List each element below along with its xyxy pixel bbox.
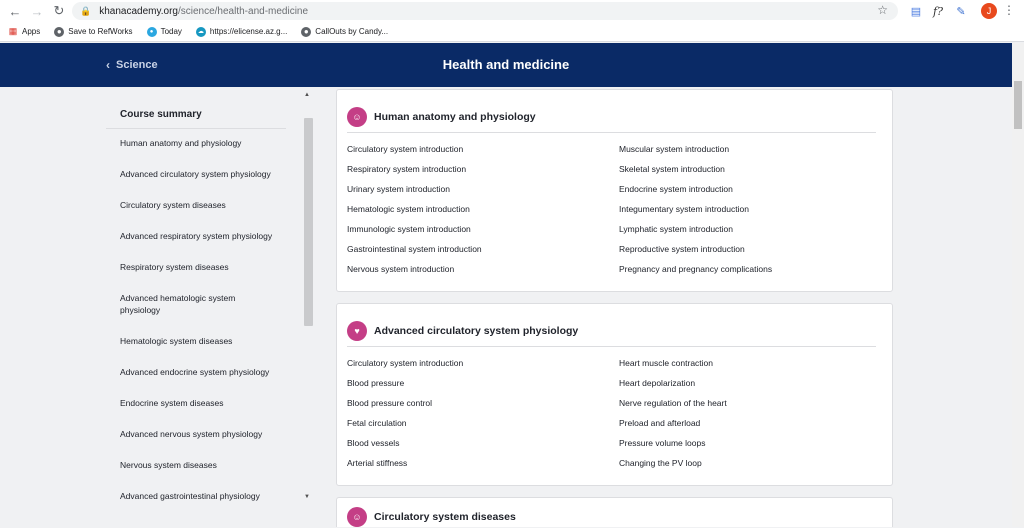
page-scroll-thumb[interactable] (1014, 81, 1022, 129)
pen-extension-icon[interactable]: ✎ (953, 3, 969, 19)
url-path: /science/health-and-medicine (177, 5, 309, 17)
sidebar-item[interactable]: Nervous system diseases (106, 459, 296, 471)
scroll-down-arrow-icon[interactable]: ▼ (304, 494, 310, 500)
tutorial-list: Circulatory system introduction Muscular… (337, 133, 892, 282)
reload-icon[interactable]: ↻ (48, 0, 70, 22)
tutorial-link[interactable]: Urinary system introduction (347, 182, 619, 202)
sidebar-item[interactable]: Hematologic system diseases (106, 335, 296, 347)
tutorial-link[interactable]: Reproductive system introduction (619, 242, 879, 262)
tutorial-link[interactable]: Preload and afterload (619, 416, 879, 436)
tutorial-link[interactable]: Heart depolarization (619, 376, 879, 396)
tutorial-link[interactable]: Integumentary system introduction (619, 202, 879, 222)
card-title[interactable]: Advanced circulatory system physiology (374, 325, 578, 337)
sidebar-item[interactable]: Advanced gastrointestinal physiology (106, 490, 296, 502)
tutorial-list: Circulatory system introduction Heart mu… (337, 347, 892, 476)
page-title: Health and medicine (442, 57, 570, 72)
tutorial-link[interactable]: Lymphatic system introduction (619, 222, 879, 242)
bookmark-label: https://elicense.az.g... (209, 27, 288, 36)
sidebar-item[interactable]: Advanced hematologic system physiology (106, 292, 256, 316)
anatomy-topic-icon: ☺ (347, 106, 367, 127)
sidebar-item[interactable]: Advanced endocrine system physiology (106, 366, 296, 378)
tutorial-link[interactable]: Circulatory system introduction (347, 142, 619, 162)
page-header: ‹ Science Health and medicine (0, 43, 1012, 87)
topic-card: ☺ Human anatomy and physiology Circulato… (336, 89, 893, 292)
url-host: khanacademy.org (99, 5, 178, 17)
forward-arrow-icon[interactable]: → (26, 0, 48, 22)
apps-grid-icon: ▦ (8, 26, 18, 36)
tutorial-link[interactable]: Fetal circulation (347, 416, 619, 436)
tutorial-link[interactable]: Changing the PV loop (619, 456, 879, 476)
address-bar[interactable]: 🔒 khanacademy.org/science/health-and-med… (72, 2, 898, 20)
profile-avatar[interactable]: J (981, 3, 997, 19)
bookmarks-bar: ▦ Apps ● Save to RefWorks ● Today ☁ http… (0, 22, 1024, 42)
tutorial-link[interactable]: Nerve regulation of the heart (619, 396, 879, 416)
bookmark-elicense[interactable]: ☁ https://elicense.az.g... (195, 26, 288, 37)
tutorial-link[interactable]: Muscular system introduction (619, 142, 879, 162)
tutorial-link[interactable]: Gastrointestinal system introduction (347, 242, 619, 262)
tutorial-link[interactable]: Circulatory system introduction (347, 356, 619, 376)
card-header[interactable]: ♥ Advanced circulatory system physiology (337, 304, 892, 346)
course-summary-heading: Course summary (106, 98, 286, 129)
bookmark-callouts[interactable]: ● CallOuts by Candy... (301, 26, 389, 37)
menu-kebab-icon[interactable]: ⋮ (1003, 3, 1015, 19)
bookmark-star-icon[interactable]: ☆ (877, 3, 888, 17)
docs-extension-icon[interactable]: ▤ (908, 3, 924, 19)
sidebar-item[interactable]: Advanced nervous system physiology (106, 428, 296, 440)
tutorial-link[interactable]: Nervous system introduction (347, 262, 619, 282)
sidebar-scroll-thumb[interactable] (304, 118, 313, 326)
bookmark-today[interactable]: ● Today (146, 26, 182, 37)
tutorial-link[interactable]: Blood pressure control (347, 396, 619, 416)
card-header[interactable]: ☺ Human anatomy and physiology (337, 90, 892, 132)
topic-card: ☺ Circulatory system diseases (336, 497, 893, 527)
tutorial-link[interactable]: Hematologic system introduction (347, 202, 619, 222)
salesforce-cloud-icon: ☁ (195, 26, 206, 37)
bookmark-label: Apps (22, 27, 41, 36)
today-icon: ● (146, 26, 157, 37)
bookmark-apps[interactable]: ▦ Apps (8, 26, 41, 37)
topic-card: ♥ Advanced circulatory system physiology… (336, 303, 893, 486)
globe-icon: ● (301, 26, 312, 37)
formula-extension-icon[interactable]: f? (930, 3, 946, 19)
tutorial-link[interactable]: Arterial stiffness (347, 456, 619, 476)
tutorial-link[interactable]: Pregnancy and pregnancy complications (619, 262, 879, 282)
tutorial-link[interactable]: Blood pressure (347, 376, 619, 396)
course-summary-sidebar: Course summary Human anatomy and physiol… (106, 98, 296, 518)
bookmark-label: CallOuts by Candy... (315, 27, 389, 36)
tutorial-link[interactable]: Immunologic system introduction (347, 222, 619, 242)
sidebar-item[interactable]: Advanced respiratory system physiology (106, 230, 296, 242)
scroll-up-arrow-icon[interactable]: ▲ (304, 92, 310, 98)
card-title[interactable]: Human anatomy and physiology (374, 111, 536, 123)
tutorial-link[interactable]: Pressure volume loops (619, 436, 879, 456)
tutorial-link[interactable]: Blood vessels (347, 436, 619, 456)
heart-topic-icon: ♥ (347, 320, 367, 341)
card-header[interactable]: ☺ Circulatory system diseases (337, 498, 892, 528)
back-arrow-icon[interactable]: ← (4, 0, 26, 22)
vessel-topic-icon: ☺ (347, 507, 367, 527)
sidebar-item[interactable]: Endocrine system diseases (106, 397, 296, 409)
bookmark-label: Today (160, 27, 182, 36)
tutorial-link[interactable]: Heart muscle contraction (619, 356, 879, 376)
sidebar-item[interactable]: Respiratory system diseases (106, 261, 296, 273)
card-title[interactable]: Circulatory system diseases (374, 511, 516, 523)
tutorial-link[interactable]: Skeletal system introduction (619, 162, 879, 182)
tutorial-link[interactable]: Endocrine system introduction (619, 182, 879, 202)
sidebar-item[interactable]: Advanced circulatory system physiology (106, 168, 296, 180)
bookmark-label: Save to RefWorks (68, 27, 133, 36)
sidebar-item[interactable]: Human anatomy and physiology (106, 137, 296, 149)
globe-icon: ● (54, 26, 65, 37)
page-scrollbar[interactable] (1012, 43, 1024, 527)
sidebar-scrollbar[interactable]: ▲ ▼ (302, 92, 314, 518)
lock-icon: 🔒 (80, 5, 92, 16)
bookmark-refworks[interactable]: ● Save to RefWorks (54, 26, 133, 37)
sidebar-item[interactable]: Circulatory system diseases (106, 199, 296, 211)
tutorial-link[interactable]: Respiratory system introduction (347, 162, 619, 182)
